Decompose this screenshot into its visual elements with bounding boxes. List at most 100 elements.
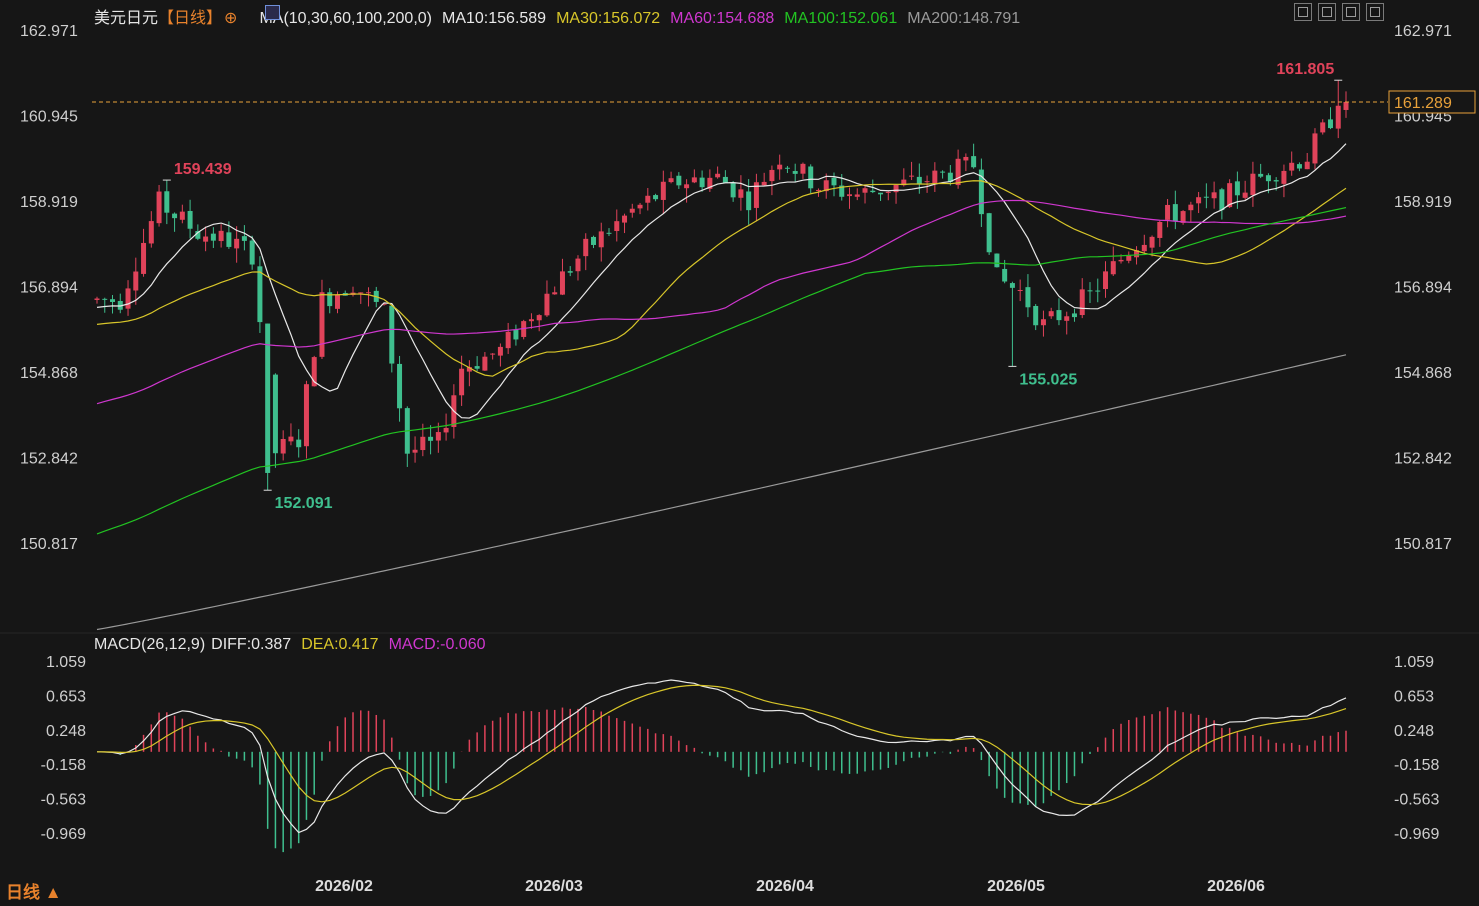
macd-axis-label-right: -0.969 bbox=[1394, 826, 1439, 843]
candle-body bbox=[629, 208, 635, 213]
candle-body bbox=[1273, 180, 1279, 182]
candle-body bbox=[660, 181, 666, 200]
candle-body bbox=[1157, 222, 1163, 238]
candle-body bbox=[1219, 189, 1225, 211]
candle-body bbox=[280, 438, 286, 454]
candle-body bbox=[1234, 181, 1240, 196]
candle-body bbox=[1250, 173, 1256, 196]
candle-body bbox=[738, 189, 744, 198]
macd-axis-label-left: 0.248 bbox=[46, 723, 86, 740]
candle-body bbox=[637, 204, 643, 209]
candle-body bbox=[226, 232, 232, 247]
candle-body bbox=[1141, 244, 1147, 252]
candle-body bbox=[1118, 259, 1124, 262]
price-axis-label-right: 162.971 bbox=[1394, 23, 1452, 40]
chart-window: 162.971 162.971 160.945 160.945 158.919 158.9… bbox=[0, 0, 1479, 906]
macd-dea: DEA:0.417 bbox=[301, 636, 379, 653]
price-axis-label-left: 150.817 bbox=[20, 536, 78, 553]
candle-body bbox=[653, 195, 659, 200]
single-chart-icon[interactable] bbox=[1318, 3, 1336, 21]
current-price-tag: 161.289 bbox=[1394, 95, 1452, 112]
time-axis-label: 2026/04 bbox=[756, 878, 814, 895]
candle-body bbox=[265, 323, 271, 473]
period-button[interactable]: 日线 ▲ bbox=[6, 878, 62, 903]
candle-body bbox=[334, 294, 340, 309]
candle-body bbox=[125, 288, 131, 309]
candle-body bbox=[528, 319, 534, 322]
price-axis-label-right: 156.894 bbox=[1394, 280, 1452, 297]
candle-body bbox=[1196, 197, 1202, 204]
candle-body bbox=[870, 190, 876, 193]
grid-icon[interactable] bbox=[1294, 3, 1312, 21]
ma-params[interactable]: MA(10,30,60,100,200,0) bbox=[259, 10, 432, 27]
candle-body bbox=[459, 368, 465, 396]
price-axis-label-right: 154.868 bbox=[1394, 365, 1452, 382]
macd-axis-label-left: -0.158 bbox=[41, 757, 86, 774]
candle-body bbox=[133, 271, 139, 291]
candle-body bbox=[1304, 161, 1310, 170]
candlestick-chart[interactable]: 162.971 162.971160.945 160.945158.919 158.9… bbox=[0, 0, 1479, 906]
candle-body bbox=[1040, 319, 1046, 326]
candle-body bbox=[536, 315, 542, 321]
candle-body bbox=[676, 175, 682, 186]
candle-body bbox=[761, 181, 767, 186]
ma100-value: MA100:152.061 bbox=[784, 10, 898, 27]
candle-body bbox=[1188, 204, 1194, 211]
candle-body bbox=[358, 292, 364, 294]
candle-body bbox=[1033, 305, 1039, 326]
candle-body bbox=[583, 238, 589, 257]
compare-icon[interactable] bbox=[1366, 3, 1384, 21]
candle-body bbox=[397, 363, 403, 409]
candle-body bbox=[691, 177, 697, 183]
candle-body bbox=[1265, 175, 1271, 182]
candle-body bbox=[505, 331, 511, 349]
candle-body bbox=[924, 181, 930, 183]
candle-body bbox=[730, 182, 736, 198]
price-axis-label-right: 158.919 bbox=[1394, 194, 1452, 211]
macd-params[interactable]: MACD(26,12,9) bbox=[94, 636, 205, 653]
macd-axis-label-left: 1.059 bbox=[46, 654, 86, 671]
candle-body bbox=[1312, 133, 1318, 164]
candle-body bbox=[715, 173, 721, 178]
candle-body bbox=[218, 230, 224, 242]
candle-body bbox=[893, 184, 899, 193]
candle-body bbox=[1335, 105, 1341, 129]
candle-body bbox=[1064, 316, 1070, 321]
candle-body bbox=[916, 176, 922, 184]
candle-body bbox=[699, 177, 705, 188]
price-axis-label-left: 154.868 bbox=[20, 365, 78, 382]
candle-body bbox=[257, 266, 263, 323]
candle-body bbox=[102, 298, 108, 300]
candle-body bbox=[203, 236, 209, 242]
low-label: 152.091 bbox=[275, 495, 333, 512]
time-axis-label: 2026/06 bbox=[1207, 878, 1265, 895]
symbol-name: 美元日元 bbox=[94, 10, 159, 27]
candle-body bbox=[303, 384, 309, 447]
period-tag[interactable]: 【日线】 bbox=[158, 10, 222, 27]
price-axis-label-left: 162.971 bbox=[20, 23, 78, 40]
candle-body bbox=[622, 215, 628, 223]
macd-value: MACD:-0.060 bbox=[388, 636, 486, 653]
candle-body bbox=[1320, 122, 1326, 133]
price-axis-label-left: 152.842 bbox=[20, 451, 78, 468]
candle-body bbox=[994, 253, 1000, 268]
candle-body bbox=[1149, 236, 1155, 248]
ma60-value: MA60:154.688 bbox=[670, 10, 775, 27]
ma10-value: MA10:156.589 bbox=[442, 10, 547, 27]
crosshair-icon[interactable]: ⊕ bbox=[224, 10, 237, 27]
ma30-value: MA30:156.072 bbox=[556, 10, 661, 27]
candle-body bbox=[986, 213, 992, 253]
indicator-icon[interactable] bbox=[265, 5, 280, 20]
candle-body bbox=[598, 231, 604, 248]
ma200-value: MA200:148.791 bbox=[907, 10, 1021, 27]
candle-body bbox=[1296, 164, 1302, 169]
candle-body bbox=[1071, 313, 1077, 318]
candle-body bbox=[288, 436, 294, 442]
candle-body bbox=[815, 189, 821, 191]
candle-body bbox=[366, 292, 372, 294]
candle-body bbox=[412, 449, 418, 453]
candle-body bbox=[272, 374, 278, 454]
candle-body bbox=[847, 194, 853, 197]
play-icon[interactable] bbox=[1342, 3, 1360, 21]
candle-body bbox=[435, 432, 441, 441]
